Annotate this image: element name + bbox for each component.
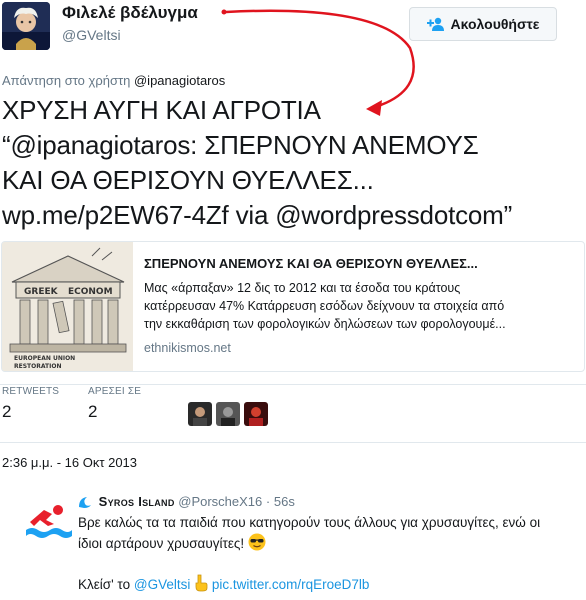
tweet-text: ΧΡΥΣΗ ΑΥΓΗ ΚΑΙ ΑΓΡΟΤΙΑ “@ipanagiotaros: …: [2, 93, 586, 233]
pointing-down-emoji-icon: [194, 574, 208, 595]
reply-footer: Κλείσ' το @GVeltsi pic.twitter.com/rqEro…: [78, 574, 369, 595]
thumb-label: RESTORATION: [14, 363, 61, 370]
thumb-label: ECONOM: [68, 287, 113, 297]
reply-context-prefix: Απάντηση στο χρήστη: [2, 73, 131, 88]
add-user-icon: [426, 17, 444, 31]
likes-stat[interactable]: ΑΡΕΣΕΙ ΣΕ 2: [88, 386, 141, 422]
card-title[interactable]: ΣΠΕΡΝΟΥΝ ΑΝΕΜΟΥΣ ΚΑΙ ΘΑ ΘΕΡΙΣΟΥΝ ΘΥΕΛΛΕΣ…: [144, 256, 574, 271]
tweet-line: ΚΑΙ ΘΑ ΘΕΡΙΣΟΥΝ ΘΥΕΛΛΕΣ...: [2, 165, 374, 195]
reply-body-line-2: ίδιοι αρτάρουν χρυσαυγίτες!: [78, 533, 578, 557]
author-screen-name[interactable]: @GVeltsi: [62, 27, 121, 43]
card-domain[interactable]: ethnikismos.net: [144, 341, 574, 355]
tweet-line[interactable]: wp.me/p2EW67-4Zf via @wordpressdotcom”: [2, 198, 586, 233]
reply-author-name[interactable]: Syros Island: [99, 494, 175, 509]
retweets-stat[interactable]: RETWEETS 2: [2, 386, 59, 422]
reply-time[interactable]: 56s: [274, 494, 295, 509]
reply-body-line: ίδιοι αρτάρουν χρυσαυγίτες!: [78, 536, 245, 551]
card-description-line: Μας «άρπαξαν» 12 δις το 2012 και τα έσοδ…: [144, 281, 461, 295]
tweet-header: Φιλελέ βδέλυγμα @GVeltsi Ακολουθήστε: [0, 0, 586, 62]
tweet-timestamp[interactable]: 2:36 μ.μ. - 16 Οκτ 2013: [2, 455, 137, 470]
reply-context: Απάντηση στο χρήστη @ipanagiotaros: [2, 73, 225, 88]
tweet-line: “@ipanagiotaros: ΣΠΕΡΝΟΥΝ ΑΝΕΜΟΥΣ: [2, 130, 479, 160]
tweet-stats: RETWEETS 2 ΑΡΕΣΕΙ ΣΕ 2: [0, 386, 586, 436]
divider: [0, 384, 586, 385]
reply-footer-prefix: Κλείσ' το: [78, 577, 131, 592]
reply-pic-link[interactable]: pic.twitter.com/rqEroeD7lb: [212, 577, 370, 592]
link-card[interactable]: GREEK ECONOM EUROPEAN UNION RESTORATION …: [1, 241, 585, 372]
likes-label: ΑΡΕΣΕΙ ΣΕ: [88, 386, 142, 397]
thumb-label: GREEK: [24, 287, 59, 297]
swimmer-icon[interactable]: [24, 496, 72, 544]
thumb-label: EUROPEAN UNION: [14, 355, 75, 362]
wave-icon: [78, 496, 92, 511]
divider: [0, 442, 586, 443]
reply-author-handle[interactable]: @PorscheX16: [178, 494, 262, 509]
card-description: Μας «άρπαξαν» 12 δις το 2012 και τα έσοδ…: [144, 279, 574, 333]
reply-tweet: Syros Island @PorscheX16 · 56s Βρε καλώς…: [0, 488, 586, 600]
likes-count: 2: [88, 402, 98, 421]
retweets-count: 2: [2, 402, 12, 421]
author-display-name[interactable]: Φιλελέ βδέλυγμα: [62, 3, 198, 23]
author-avatar[interactable]: [2, 2, 50, 50]
liker-avatar[interactable]: [216, 402, 240, 426]
reply-separator: ·: [265, 494, 271, 509]
reply-mention-link[interactable]: @GVeltsi: [134, 577, 190, 592]
card-description-line: την εκκαθάριση των φορολογικών δηλώσεων …: [144, 317, 506, 331]
reply-body-line: Βρε καλώς τα τα παιδιά που κατηγορούν το…: [78, 515, 541, 530]
card-thumbnail[interactable]: GREEK ECONOM EUROPEAN UNION RESTORATION: [2, 242, 133, 371]
card-body: ΣΠΕΡΝΟΥΝ ΑΝΕΜΟΥΣ ΚΑΙ ΘΑ ΘΕΡΙΣΟΥΝ ΘΥΕΛΛΕΣ…: [133, 242, 584, 371]
likers-avatars: [188, 402, 268, 426]
follow-button[interactable]: Ακολουθήστε: [409, 7, 557, 41]
reply-header: Syros Island @PorscheX16 · 56s: [78, 494, 295, 511]
liker-avatar[interactable]: [244, 402, 268, 426]
reply-context-user[interactable]: @ipanagiotaros: [134, 73, 225, 88]
sunglasses-emoji-icon: [248, 533, 266, 557]
retweets-label: RETWEETS: [2, 386, 60, 397]
liker-avatar[interactable]: [188, 402, 212, 426]
reply-body: Βρε καλώς τα τα παιδιά που κατηγορούν το…: [78, 513, 578, 557]
card-description-line: κατέρρευσαν 47% Κατάρρευση εσόδων δείχνο…: [144, 299, 505, 313]
tweet-line: ΧΡΥΣΗ ΑΥΓΗ ΚΑΙ ΑΓΡΟΤΙΑ: [2, 95, 321, 125]
follow-button-label: Ακολουθήστε: [450, 16, 540, 32]
